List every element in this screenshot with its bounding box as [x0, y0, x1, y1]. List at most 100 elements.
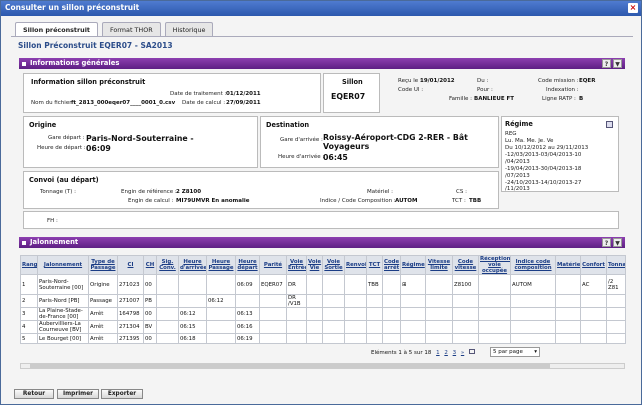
- calendar-icon[interactable]: [606, 121, 613, 128]
- table-cell: Paris-Nord-Souterraine [00]: [37, 274, 89, 295]
- regime-line: /04/2013: [505, 159, 530, 165]
- table-cell: [235, 294, 260, 308]
- col-voie-sortie[interactable]: Voie Sortie: [322, 255, 345, 275]
- table-cell: 4: [20, 320, 38, 334]
- table-cell: [322, 274, 345, 295]
- col-vitesse-limite[interactable]: Vitesse limite: [425, 255, 453, 275]
- table-cell: EQER07: [259, 274, 287, 295]
- col-rang[interactable]: Rang: [20, 255, 38, 275]
- scrollbar-thumb[interactable]: [30, 364, 550, 368]
- table-cell: [478, 294, 511, 308]
- jalonnement-section-header[interactable]: Jalonnement ? ▼: [19, 237, 625, 248]
- table-cell: [206, 307, 236, 321]
- table-cell: [322, 320, 345, 334]
- col-code-vitesse[interactable]: Code vitesse: [452, 255, 479, 275]
- table-cell: [425, 307, 453, 321]
- table-cell: [606, 320, 626, 334]
- table-cell: [322, 333, 345, 344]
- help-icon[interactable]: ?: [602, 59, 611, 68]
- table-cell: [382, 294, 401, 308]
- table-row[interactable]: 1 Paris-Nord-Souterraine [00] Origine 27102…: [20, 274, 626, 295]
- collapse-icon[interactable]: ▼: [613, 238, 622, 247]
- imprimer-button[interactable]: Imprimer: [57, 389, 99, 399]
- table-cell: [344, 274, 367, 295]
- table-cell: 06:15: [178, 320, 207, 334]
- col-code-arret[interactable]: Code arrêt: [382, 255, 401, 275]
- table-cell: [510, 320, 556, 334]
- col-renvoi[interactable]: Renvoi: [344, 255, 367, 275]
- tab-format-thor[interactable]: Format THOR: [101, 22, 161, 36]
- table-cell: 06:18: [178, 333, 207, 344]
- col-ci[interactable]: CI: [117, 255, 144, 275]
- table-cell: [156, 307, 179, 321]
- page-link-2[interactable]: 2: [444, 350, 448, 356]
- next-page-link[interactable]: »: [461, 350, 464, 356]
- table-cell: [366, 294, 383, 308]
- table-cell: [400, 294, 426, 308]
- col-type-passage[interactable]: Type de Passage: [88, 255, 118, 275]
- regime-line: Lu. Ma. Me. Je. Ve: [505, 138, 554, 144]
- col-heure-passage[interactable]: Heure Passage: [206, 255, 236, 275]
- col-tonnage[interactable]: Tonnage: [606, 255, 626, 275]
- table-cell: [306, 333, 323, 344]
- tab-sillon-preconstruit[interactable]: Sillon préconstruit: [15, 22, 98, 36]
- destination-box: Destination Gare d'arrivée : Roissy-Aéro…: [260, 116, 499, 168]
- date-traitement-label: Date de traitement :: [170, 91, 227, 97]
- col-indice-code[interactable]: Indice code composition: [510, 255, 556, 275]
- col-ch[interactable]: CH: [143, 255, 157, 275]
- table-cell: 5: [20, 333, 38, 344]
- col-heure-arrivee[interactable]: Heure d'arrivée: [178, 255, 207, 275]
- col-voie-vie[interactable]: Voie Vie: [306, 255, 323, 275]
- horizontal-scrollbar[interactable]: [20, 363, 625, 369]
- table-cell: [452, 320, 479, 334]
- table-cell: [452, 307, 479, 321]
- du-label: Du :: [477, 78, 489, 84]
- table-cell: [555, 274, 581, 295]
- table-cell: ⊞: [400, 274, 426, 295]
- table-cell: [478, 274, 511, 295]
- ligne-ratp-value: B: [579, 96, 584, 102]
- table-cell: La Plaine-Stade-de-France [00]: [37, 307, 89, 321]
- export-icon[interactable]: [468, 349, 475, 354]
- engin-reference-label: Engin de référence :: [121, 189, 177, 195]
- regime-line: REG: [505, 131, 517, 137]
- materiel-label: Matériel :: [367, 189, 393, 195]
- page-link-3[interactable]: 3: [453, 350, 457, 356]
- regime-title: Régime: [505, 120, 533, 128]
- tab-historique[interactable]: Historique: [164, 22, 214, 36]
- table-row[interactable]: 3 La Plaine-Stade-de-France [00] Arrêt 1647…: [20, 307, 626, 321]
- page-size-select[interactable]: 5 par page ▾: [490, 347, 540, 357]
- collapse-icon[interactable]: ▼: [613, 59, 622, 68]
- table-cell: [344, 320, 367, 334]
- col-parite[interactable]: Parité: [259, 255, 287, 275]
- col-reception-voie[interactable]: Réception voie occupée: [478, 255, 511, 275]
- table-row[interactable]: 4 Aubervilliers-La Courneuve [BV] Arrêt 271…: [20, 320, 626, 334]
- info-section-header[interactable]: Informations générales ? ▼: [19, 58, 625, 69]
- help-icon[interactable]: ?: [602, 238, 611, 247]
- table-row[interactable]: 5 Le Bourget [00] Arrêt 271395 00 06:18 06:19: [20, 333, 626, 344]
- table-cell: AC: [580, 274, 607, 295]
- col-tct[interactable]: TCT: [366, 255, 383, 275]
- col-voie-entree[interactable]: Voie Entrée: [286, 255, 307, 275]
- col-confort[interactable]: Confort: [580, 255, 607, 275]
- col-jalonnement[interactable]: Jalonnement: [37, 255, 89, 275]
- table-cell: AUTOM: [510, 274, 556, 295]
- col-regime[interactable]: Régime: [400, 255, 426, 275]
- table-cell: 06:13: [235, 307, 260, 321]
- page-link-1[interactable]: 1: [436, 350, 440, 356]
- gare-depart-label: Gare départ :: [48, 135, 85, 141]
- close-icon[interactable]: ×: [628, 3, 638, 13]
- table-row[interactable]: 2 Paris-Nord [PB] Passage 271007 PB 06:12 DR /…: [20, 294, 626, 308]
- table-cell: Aubervilliers-La Courneuve [BV]: [37, 320, 89, 334]
- table-cell: [452, 333, 479, 344]
- table-cell: 06:12: [178, 307, 207, 321]
- retour-button[interactable]: Retour: [14, 389, 54, 399]
- table-cell: [286, 307, 307, 321]
- exporter-button[interactable]: Exporter: [101, 389, 143, 399]
- regime-line: -19/04/2013-30/04/2013-18: [505, 166, 582, 172]
- table-cell: 271007: [117, 294, 144, 308]
- col-sig-conv[interactable]: Sig. Conv.: [156, 255, 179, 275]
- col-heure-depart[interactable]: Heure départ: [235, 255, 260, 275]
- col-materiel[interactable]: Matériel: [555, 255, 581, 275]
- table-cell: 00: [143, 307, 157, 321]
